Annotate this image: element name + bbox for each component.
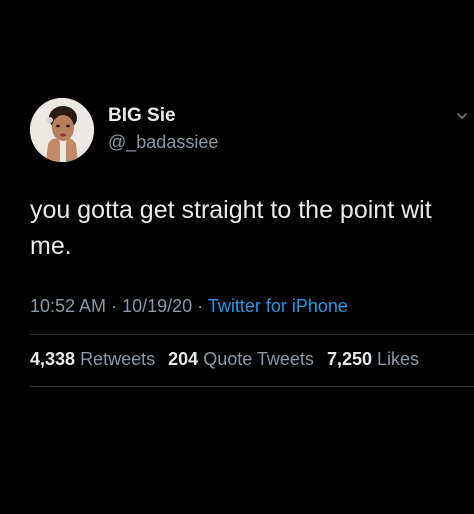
tweet-text: you gotta get straight to the point wit … xyxy=(30,196,432,260)
likes-label: Likes xyxy=(377,349,420,369)
tweet-source-link[interactable]: Twitter for iPhone xyxy=(208,296,348,316)
meta-separator: · xyxy=(111,296,123,316)
chevron-down-icon[interactable] xyxy=(456,110,468,122)
tweet-time[interactable]: 10:52 AM xyxy=(30,296,106,316)
avatar[interactable] xyxy=(30,98,94,162)
user-handle[interactable]: @_badassiee xyxy=(108,132,218,153)
divider xyxy=(30,386,474,387)
engagement-stats: 4,338 Retweets 204 Quote Tweets 7,250 Li… xyxy=(30,349,427,370)
likes-stat[interactable]: 7,250 Likes xyxy=(327,349,419,370)
display-name[interactable]: BIG Sie xyxy=(108,105,176,127)
tweet-metadata: 10:52 AM · 10/19/20 · Twitter for iPhone xyxy=(30,296,348,317)
retweets-stat[interactable]: 4,338 Retweets xyxy=(30,349,155,370)
tweet-date[interactable]: 10/19/20 xyxy=(122,296,192,316)
likes-count: 7,250 xyxy=(326,349,372,369)
divider xyxy=(30,334,474,335)
profile-photo xyxy=(30,98,94,162)
retweets-label: Retweets xyxy=(80,349,156,369)
meta-separator: · xyxy=(197,296,208,316)
retweets-count: 4,338 xyxy=(30,349,76,369)
quote-tweets-stat[interactable]: 204 Quote Tweets xyxy=(168,349,314,370)
quote-tweets-label: Quote Tweets xyxy=(203,349,314,369)
tweet-card: BIG Sie @_badassiee you gotta get straig… xyxy=(0,0,474,514)
quote-tweets-count: 204 xyxy=(168,349,199,369)
